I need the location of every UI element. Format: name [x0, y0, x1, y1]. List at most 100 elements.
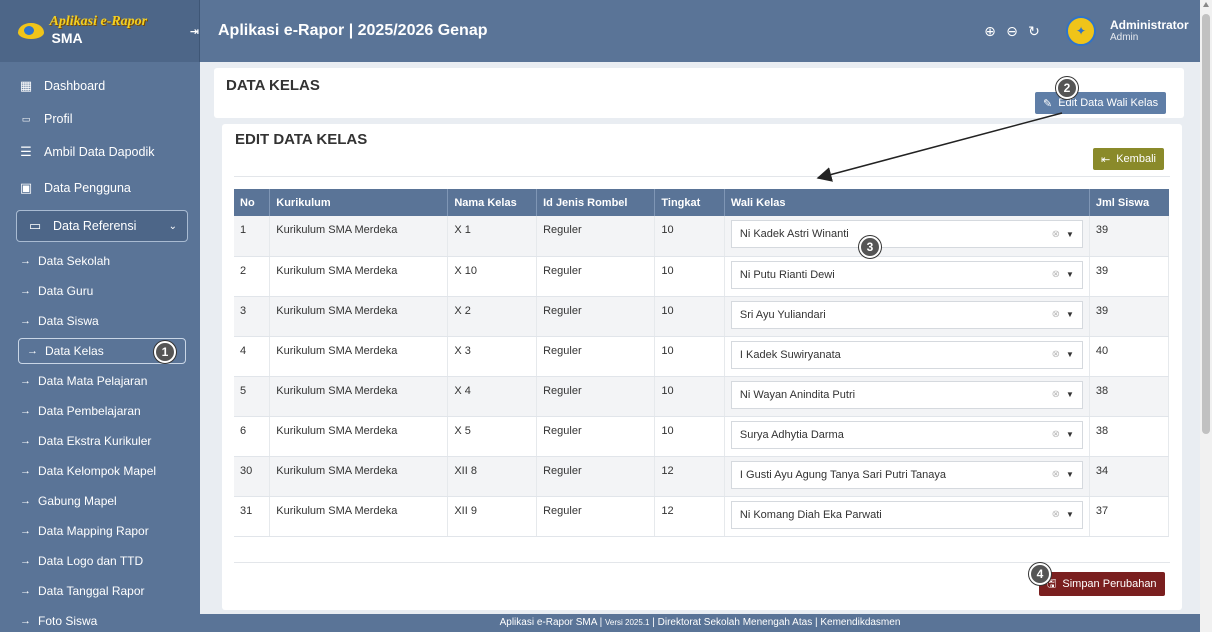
clear-icon[interactable]: ⊗ — [1052, 429, 1060, 440]
cell-wali-kelas: Surya Adhytia Darma ⊗ ▼ — [724, 416, 1090, 457]
cell-tingkat: 12 — [654, 456, 725, 497]
edit-kelas-card: EDIT DATA KELAS ⇤ Kembali No Kurikulum N… — [222, 124, 1182, 610]
sidebar-item-data-kelompok-mapel[interactable]: → Data Kelompok Mapel — [0, 456, 200, 486]
sidebar-item-label: Data Mapping Rapor — [38, 524, 149, 538]
sidebar-item-profil[interactable]: ▭ Profil — [0, 104, 200, 134]
cell-no: 1 — [234, 216, 271, 257]
dropdown-caret-icon[interactable]: ▼ — [1066, 470, 1074, 479]
cell-no: 4 — [234, 336, 271, 377]
sidebar-item-label: Dashboard — [44, 79, 106, 93]
sidebar-item-data-mapping-rapor[interactable]: → Data Mapping Rapor — [0, 516, 200, 546]
sidebar-item-data-tanggal-rapor[interactable]: → Data Tanggal Rapor — [0, 576, 200, 606]
clear-icon[interactable]: ⊗ — [1052, 389, 1060, 400]
cell-kurikulum: Kurikulum SMA Merdeka — [269, 296, 449, 337]
edit-wali-kelas-button[interactable]: ✎ Edit Data Wali Kelas — [1035, 92, 1167, 114]
user-block[interactable]: Administrator Admin — [1110, 18, 1200, 44]
dropdown-caret-icon[interactable]: ▼ — [1066, 510, 1074, 519]
sidebar-item-data-siswa[interactable]: → Data Siswa — [0, 306, 200, 336]
simpan-perubahan-button[interactable]: 🖫 Simpan Perubahan — [1039, 572, 1165, 596]
wali-kelas-select[interactable]: Ni Wayan Anindita Putri ⊗ ▼ — [730, 380, 1083, 409]
wali-kelas-select[interactable]: Sri Ayu Yuliandari ⊗ ▼ — [730, 300, 1083, 329]
arrow-right-icon: → — [20, 585, 31, 597]
sidebar-item-dashboard[interactable]: ▦ Dashboard — [0, 68, 200, 104]
cell-tingkat: 12 — [654, 496, 725, 537]
dropdown-caret-icon[interactable]: ▼ — [1066, 270, 1074, 279]
avatar[interactable]: ✦ — [1066, 16, 1096, 46]
cell-wali-kelas: I Gusti Ayu Agung Tanya Sari Putri Tanay… — [724, 456, 1090, 497]
sidebar-item-data-sekolah[interactable]: → Data Sekolah — [0, 246, 200, 276]
wali-kelas-select[interactable]: Ni Kadek Astri Winanti ⊗ ▼ — [730, 220, 1083, 248]
sidebar-item-label: Data Logo dan TTD — [38, 554, 144, 568]
wali-kelas-select[interactable]: Ni Komang Diah Eka Parwati ⊗ ▼ — [730, 500, 1083, 529]
page-scrollbar[interactable] — [1200, 0, 1212, 632]
step-badge-1: 1 — [154, 341, 176, 363]
sidebar-item-label: Profil — [44, 112, 73, 126]
cell-wali-kelas: I Kadek Suwiryanata ⊗ ▼ — [724, 336, 1090, 377]
scrollbar-thumb[interactable] — [1202, 14, 1210, 434]
sidebar-item-data-mata-pelajaran[interactable]: → Data Mata Pelajaran — [0, 366, 200, 396]
sidebar-item-label: Data Pengguna — [44, 181, 131, 195]
wali-kelas-select[interactable]: I Kadek Suwiryanata ⊗ ▼ — [730, 340, 1083, 369]
step-badge-3: 3 — [859, 236, 881, 258]
wali-kelas-value: Ni Komang Diah Eka Parwati — [739, 508, 882, 521]
clear-icon[interactable]: ⊗ — [1052, 309, 1060, 320]
arrow-right-icon: → — [20, 285, 31, 297]
sidebar-group-data-referensi[interactable]: ▭ Data Referensi ⌄ — [16, 210, 188, 242]
clear-icon[interactable]: ⊗ — [1052, 469, 1060, 480]
column-header-kurikulum: Kurikulum — [269, 189, 449, 216]
sidebar-item-label: Ambil Data Dapodik — [44, 145, 155, 159]
cell-nama-kelas: X 3 — [447, 336, 538, 377]
sidebar-item-label: Data Sekolah — [38, 254, 111, 268]
wali-kelas-select[interactable]: Surya Adhytia Darma ⊗ ▼ — [730, 420, 1083, 449]
cell-nama-kelas: XII 8 — [447, 456, 538, 497]
sidebar-item-data-guru[interactable]: → Data Guru — [0, 276, 200, 306]
scroll-up-icon[interactable] — [1203, 2, 1209, 7]
dropdown-caret-icon[interactable]: ▼ — [1066, 310, 1074, 319]
kembali-button[interactable]: ⇤ Kembali — [1093, 148, 1164, 170]
sidebar-item-ambil-data-dapodik[interactable]: ☰ Ambil Data Dapodik — [0, 134, 200, 170]
table-header-row: No Kurikulum Nama Kelas Id Jenis Rombel … — [234, 189, 1169, 216]
clear-icon[interactable]: ⊗ — [1052, 229, 1060, 240]
column-header-wali-kelas: Wali Kelas — [724, 189, 1090, 216]
clear-icon[interactable]: ⊗ — [1052, 349, 1060, 360]
clear-icon[interactable]: ⊗ — [1052, 269, 1060, 280]
cell-jenis-rombel: Reguler — [536, 336, 656, 377]
cell-kurikulum: Kurikulum SMA Merdeka — [269, 496, 449, 537]
dropdown-caret-icon[interactable]: ▼ — [1066, 430, 1074, 439]
reset-zoom-icon[interactable]: ↻ — [1026, 23, 1042, 40]
cell-no: 3 — [234, 296, 271, 337]
arrow-right-icon: → — [20, 315, 31, 327]
divider — [234, 562, 1170, 563]
dropdown-caret-icon[interactable]: ▼ — [1066, 390, 1074, 399]
step-badge-2: 2 — [1056, 77, 1078, 99]
table-row: 30 Kurikulum SMA Merdeka XII 8 Reguler 12 I G… — [234, 456, 1170, 497]
zoom-in-icon[interactable]: ⊕ — [982, 23, 998, 40]
cell-kurikulum: Kurikulum SMA Merdeka — [269, 416, 449, 457]
sidebar-item-gabung-mapel[interactable]: → Gabung Mapel — [0, 486, 200, 516]
dropdown-caret-icon[interactable]: ▼ — [1066, 350, 1074, 359]
wali-kelas-value: I Gusti Ayu Agung Tanya Sari Putri Tanay… — [739, 468, 946, 481]
table-row: 5 Kurikulum SMA Merdeka X 4 Reguler 10 Ni Way… — [234, 376, 1170, 417]
pin-icon[interactable]: ⇥ — [190, 25, 199, 38]
kembali-label: Kembali — [1116, 153, 1156, 165]
wali-kelas-select[interactable]: Ni Putu Rianti Dewi ⊗ ▼ — [730, 260, 1083, 289]
brand[interactable]: Aplikasi e-Rapor SMA ⇥ — [0, 0, 200, 62]
zoom-out-icon[interactable]: ⊖ — [1004, 23, 1020, 40]
user-role: Admin — [1110, 32, 1139, 44]
sidebar-item-data-pengguna[interactable]: ▣ Data Pengguna — [0, 170, 200, 206]
sidebar-item-data-logo-dan-ttd[interactable]: → Data Logo dan TTD — [0, 546, 200, 576]
clear-icon[interactable]: ⊗ — [1052, 509, 1060, 520]
sidebar-item-data-pembelajaran[interactable]: → Data Pembelajaran — [0, 396, 200, 426]
step-badge-4: 4 — [1029, 563, 1051, 585]
footer-text-left: Aplikasi e-Rapor SMA | — [499, 617, 606, 628]
cell-jml-siswa: 34 — [1089, 456, 1170, 497]
arrow-right-icon: → — [20, 435, 31, 447]
wali-kelas-select[interactable]: I Gusti Ayu Agung Tanya Sari Putri Tanay… — [730, 460, 1083, 489]
sidebar-item-foto-siswa[interactable]: → Foto Siswa — [0, 606, 200, 632]
user-name: Administrator — [1110, 17, 1189, 32]
dropdown-caret-icon[interactable]: ▼ — [1066, 230, 1074, 239]
wali-kelas-value: Ni Wayan Anindita Putri — [739, 388, 856, 401]
cell-jml-siswa: 37 — [1089, 496, 1170, 537]
sidebar-item-data-ekstra-kurikuler[interactable]: → Data Ekstra Kurikuler — [0, 426, 200, 456]
cell-jenis-rombel: Reguler — [536, 256, 656, 297]
